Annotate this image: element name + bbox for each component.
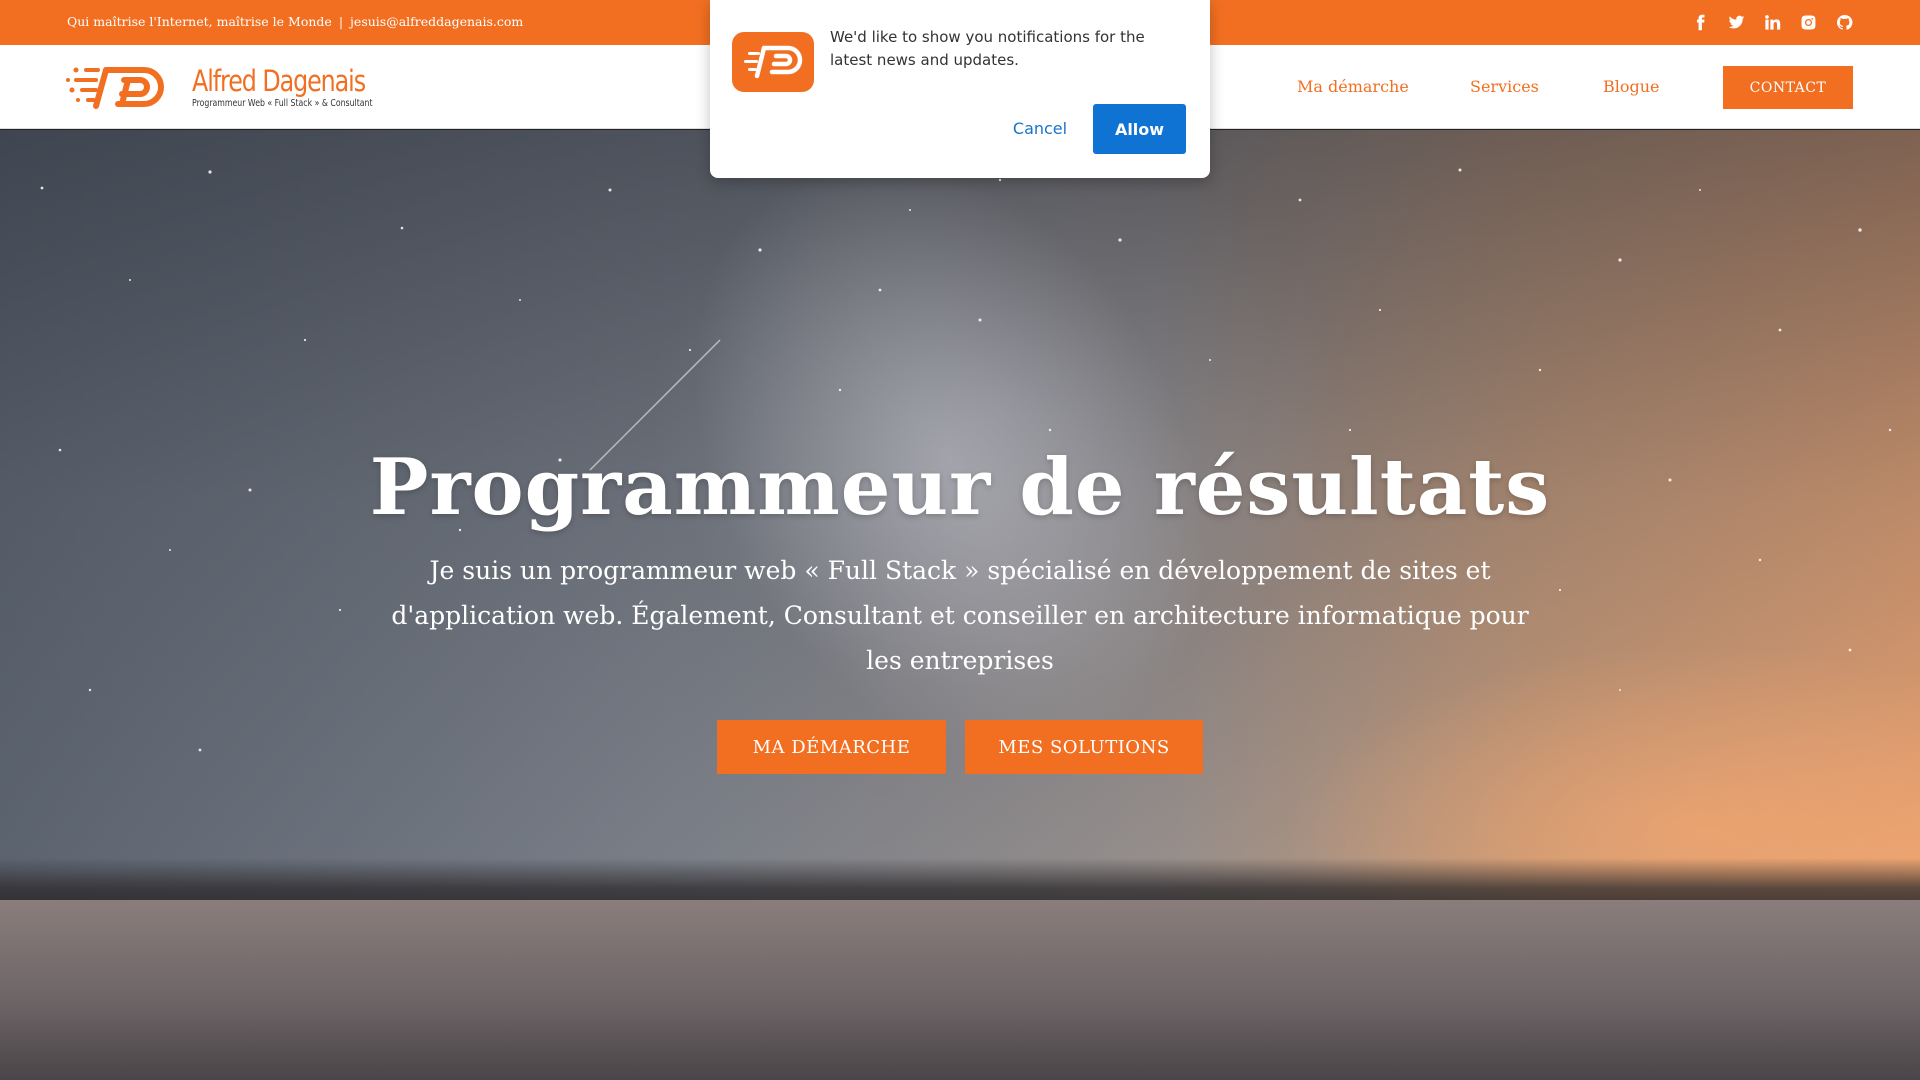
notification-logo-icon [732, 32, 814, 92]
allow-button[interactable]: Allow [1093, 104, 1186, 154]
social-links [1691, 13, 1854, 32]
facebook-icon[interactable] [1691, 13, 1710, 32]
logo-name: Alfred Dagenais [192, 63, 366, 98]
site-logo[interactable]: Alfred Dagenais Programmeur Web « Full S… [66, 58, 423, 116]
top-bar-text: Qui maîtrise l'Internet, maîtrise le Mon… [67, 14, 523, 29]
tagline: Qui maîtrise l'Internet, maîtrise le Mon… [67, 14, 332, 29]
ma-demarche-button[interactable]: MA DÉMARCHE [717, 720, 946, 774]
water [0, 900, 1920, 1080]
twitter-icon[interactable] [1727, 13, 1746, 32]
notification-message: We'd like to show you notifications for … [830, 28, 1145, 69]
instagram-icon[interactable] [1799, 13, 1818, 32]
email-link[interactable]: jesuis@alfreddagenais.com [350, 14, 523, 29]
contact-button[interactable]: CONTACT [1723, 66, 1853, 109]
github-icon[interactable] [1835, 13, 1854, 32]
hero-section: Programmeur de résultats Je suis un prog… [0, 130, 1920, 1080]
logo-mark-icon [66, 67, 164, 109]
linkedin-icon[interactable] [1763, 13, 1782, 32]
cancel-button[interactable]: Cancel [995, 104, 1085, 152]
logo-subtitle: Programmeur Web « Full Stack » & Consult… [192, 97, 373, 109]
separator: | [338, 14, 344, 29]
notification-prompt: We'd like to show you notifications for … [710, 0, 1210, 178]
nav-item-ma-demarche[interactable]: Ma démarche [1297, 77, 1409, 96]
hero-title: Programmeur de résultats [369, 442, 1551, 533]
hero-subtitle: Je suis un programmeur web « Full Stack … [391, 556, 1529, 675]
logo-text: Alfred Dagenais Programmeur Web « Full S… [192, 66, 423, 109]
nav-item-services[interactable]: Services [1470, 77, 1539, 96]
mes-solutions-button[interactable]: MES SOLUTIONS [965, 720, 1203, 774]
nav-item-blogue[interactable]: Blogue [1603, 77, 1660, 96]
